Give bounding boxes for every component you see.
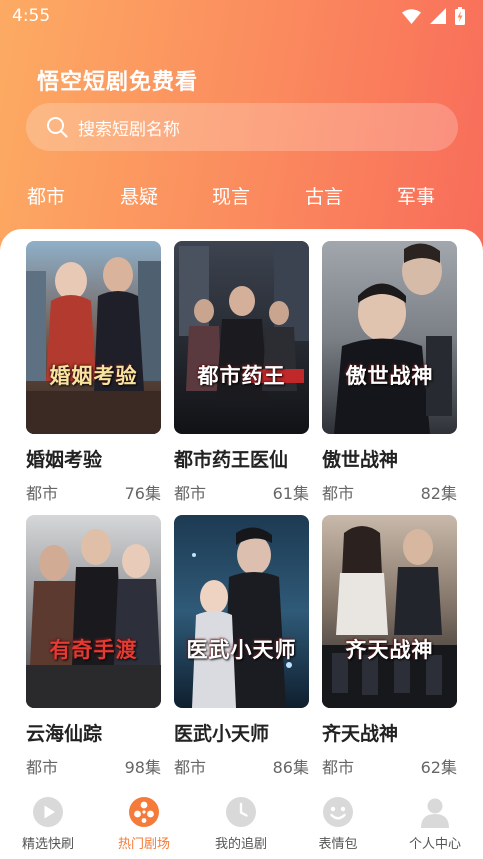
drama-episodes: 76集 <box>124 484 161 503</box>
nav-label: 我的追剧 <box>214 837 267 852</box>
drama-grid: 婚姻考验 婚姻考验 都市 76集 都市药王 都市药王医仙 都市 61集 傲世战神… <box>0 229 483 789</box>
drama-card[interactable]: 婚姻考验 婚姻考验 都市 76集 <box>26 241 161 504</box>
wifi-icon <box>402 8 421 24</box>
tab-category-2[interactable]: 现言 <box>201 182 261 209</box>
poster-caption: 有奇手渡 <box>49 638 138 662</box>
drama-title[interactable]: 云海仙踪 <box>26 719 161 746</box>
drama-poster[interactable]: 婚姻考验 <box>26 241 161 434</box>
drama-episodes: 61集 <box>272 484 309 503</box>
smiley-icon <box>323 797 353 827</box>
tab-category-1[interactable]: 悬疑 <box>109 182 169 209</box>
play-icon <box>33 797 63 827</box>
drama-title[interactable]: 都市药王医仙 <box>174 445 309 472</box>
drama-poster[interactable]: 有奇手渡 <box>26 515 161 708</box>
clock-icon <box>226 797 256 827</box>
drama-poster[interactable]: 傲世战神 <box>322 241 457 434</box>
system-icons <box>402 7 465 25</box>
status-bar: 4:55 <box>0 0 483 34</box>
drama-poster[interactable]: 医武小天师 <box>174 515 309 708</box>
signal-icon <box>430 8 446 24</box>
poster-caption: 医武小天师 <box>186 638 297 662</box>
tab-category-0[interactable]: 都市 <box>16 182 76 209</box>
drama-meta: 都市 61集 <box>174 480 309 504</box>
tab-category-4[interactable]: 军事 <box>386 182 446 209</box>
drama-poster[interactable]: 齐天战神 <box>322 515 457 708</box>
drama-title[interactable]: 医武小天师 <box>174 719 309 746</box>
drama-genre: 都市 <box>174 484 207 503</box>
drama-genre: 都市 <box>322 758 355 777</box>
drama-card[interactable]: 医武小天师 医武小天师 都市 86集 <box>174 515 309 778</box>
drama-genre: 都市 <box>322 484 355 503</box>
drama-episodes: 82集 <box>420 484 457 503</box>
nav-label: 热门剧场 <box>117 837 170 852</box>
search-icon <box>47 117 68 138</box>
drama-episodes: 98集 <box>124 758 161 777</box>
nav-label: 精选快刷 <box>21 837 74 852</box>
status-time: 4:55 <box>12 6 51 26</box>
poster-caption: 都市药王 <box>197 364 286 388</box>
search-placeholder: 搜索短剧名称 <box>78 119 180 140</box>
drama-meta: 都市 76集 <box>26 480 161 504</box>
film-reel-icon <box>129 797 159 827</box>
search-input[interactable]: 搜索短剧名称 <box>26 103 458 151</box>
drama-meta: 都市 86集 <box>174 754 309 778</box>
drama-title[interactable]: 婚姻考验 <box>26 445 161 472</box>
drama-title[interactable]: 齐天战神 <box>322 719 457 746</box>
drama-title[interactable]: 傲世战神 <box>322 445 457 472</box>
poster-caption: 婚姻考验 <box>49 364 138 388</box>
poster-caption: 傲世战神 <box>345 364 434 388</box>
battery-icon <box>455 7 465 25</box>
nav-label: 表情包 <box>318 837 358 852</box>
category-tabs: 都市 悬疑 现言 古言 军事 <box>0 182 483 218</box>
drama-genre: 都市 <box>26 758 59 777</box>
drama-episodes: 62集 <box>420 758 457 777</box>
drama-card[interactable]: 有奇手渡 云海仙踪 都市 98集 <box>26 515 161 778</box>
drama-genre: 都市 <box>174 758 207 777</box>
nav-item-watchlist[interactable]: 我的追剧 <box>193 796 289 852</box>
header-banner: 4:55 悟空短剧免费看 搜索短剧名称 都市 悬疑 现言 古言 军事 <box>0 0 483 250</box>
drama-meta: 都市 82集 <box>322 480 457 504</box>
drama-card[interactable]: 齐天战神 齐天战神 都市 62集 <box>322 515 457 778</box>
nav-label: 个人中心 <box>408 837 461 852</box>
nav-item-profile[interactable]: 个人中心 <box>387 796 483 852</box>
drama-episodes: 86集 <box>272 758 309 777</box>
drama-meta: 都市 98集 <box>26 754 161 778</box>
person-icon <box>421 798 449 828</box>
drama-poster[interactable]: 都市药王 <box>174 241 309 434</box>
tab-category-3[interactable]: 古言 <box>294 182 354 209</box>
nav-item-featured[interactable]: 精选快刷 <box>0 796 96 852</box>
poster-caption: 齐天战神 <box>345 638 434 662</box>
drama-genre: 都市 <box>26 484 59 503</box>
bottom-nav: 精选快刷 热门剧场 我的追剧 表情包 个人中心 <box>0 789 483 859</box>
drama-card[interactable]: 傲世战神 傲世战神 都市 82集 <box>322 241 457 504</box>
drama-meta: 都市 62集 <box>322 754 457 778</box>
nav-item-theater[interactable]: 热门剧场 <box>96 796 192 852</box>
drama-card[interactable]: 都市药王 都市药王医仙 都市 61集 <box>174 241 309 504</box>
nav-item-stickers[interactable]: 表情包 <box>290 796 386 852</box>
app-title: 悟空短剧免费看 <box>37 70 199 95</box>
